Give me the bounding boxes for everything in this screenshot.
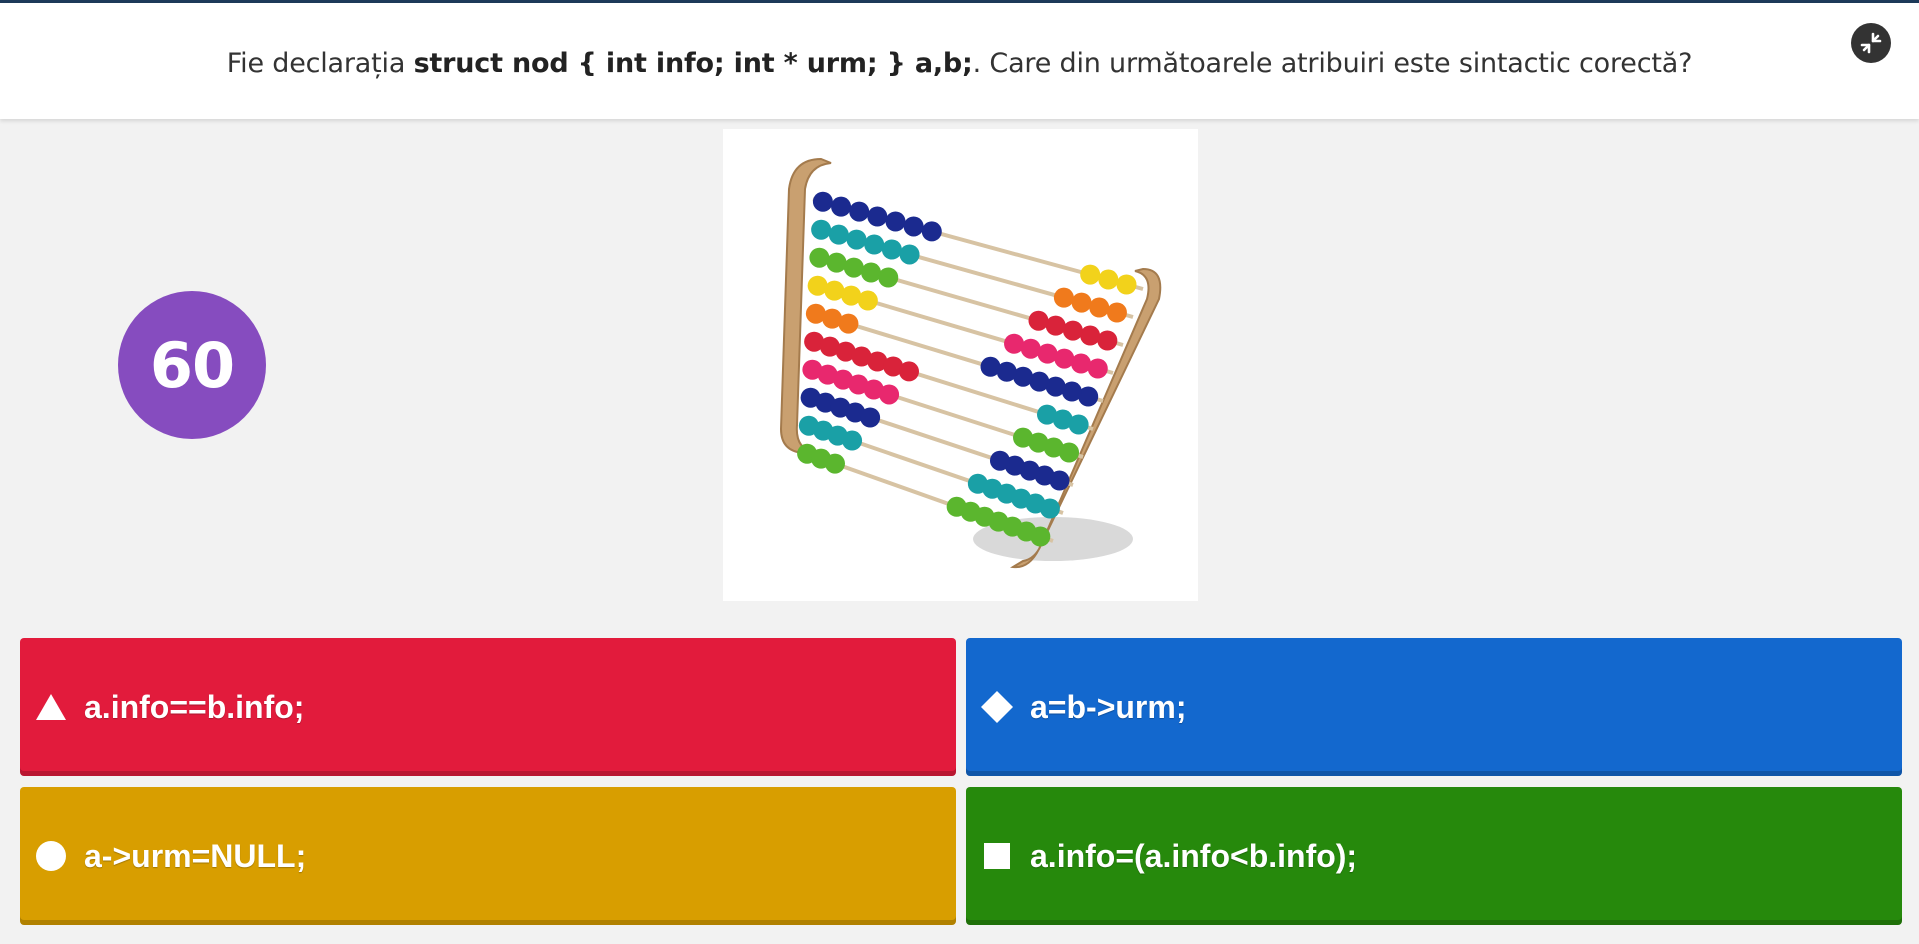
answer-circle-button[interactable]: a->urm=NULL; <box>20 787 956 925</box>
abacus-bead <box>1106 302 1127 323</box>
abacus-bead <box>885 211 906 232</box>
abacus-bead <box>1013 427 1034 448</box>
abacus-bead <box>849 201 870 222</box>
abacus-bead <box>861 262 882 283</box>
question-image <box>723 129 1198 601</box>
question-header: Fie declarația struct nod { int info; in… <box>0 3 1919 119</box>
abacus-bead <box>903 216 924 237</box>
answer-label: a=b->urm; <box>1030 688 1187 725</box>
answer-square-button[interactable]: a.info=(a.info<b.info); <box>966 787 1902 925</box>
question-code: struct nod { int info; int * urm; } a,b; <box>413 47 973 79</box>
question-suffix: . Care din următoarele atribuiri este si… <box>972 47 1693 79</box>
abacus-bead <box>1116 274 1137 295</box>
abacus-bead <box>809 247 830 268</box>
timer-value: 60 <box>149 328 235 402</box>
abacus-bead <box>881 239 902 260</box>
abacus-bead <box>921 221 942 242</box>
abacus-bead <box>899 244 920 265</box>
answer-grid: a.info==b.info; a=b->urm; a->urm=NULL; a… <box>20 638 1902 927</box>
abacus-bead <box>989 450 1010 471</box>
abacus-bead <box>1037 404 1057 425</box>
abacus-bead <box>878 267 899 288</box>
abacus-bead <box>1062 320 1083 341</box>
abacus-bead <box>1080 325 1101 346</box>
question-text: Fie declarația struct nod { int info; in… <box>226 47 1693 79</box>
abacus-bead <box>826 252 847 273</box>
abacus-bead <box>838 313 859 334</box>
circle-icon <box>34 839 68 873</box>
diamond-icon <box>980 690 1014 724</box>
abacus-bead <box>828 224 849 245</box>
abacus-bead <box>824 453 845 474</box>
abacus-bead <box>899 361 919 382</box>
abacus-bead <box>860 407 881 428</box>
abacus-bead <box>864 234 885 255</box>
answer-triangle-button[interactable]: a.info==b.info; <box>20 638 956 776</box>
abacus-bead <box>831 196 852 217</box>
abacus-image <box>779 157 1162 569</box>
answer-diamond-button[interactable]: a=b->urm; <box>966 638 1902 776</box>
abacus-bead <box>1028 310 1049 331</box>
abacus-bead <box>842 430 863 451</box>
abacus-bead <box>867 206 888 227</box>
abacus-bead <box>1097 330 1118 351</box>
answer-label: a.info=(a.info<b.info); <box>1030 837 1358 874</box>
abacus-bead <box>1080 264 1101 285</box>
question-prefix: Fie declarația <box>226 47 414 79</box>
square-icon <box>980 839 1014 873</box>
abacus-bead <box>1045 315 1066 336</box>
abacus-bead <box>843 257 864 278</box>
abacus-bead <box>1053 287 1074 308</box>
abacus-bead <box>1098 269 1119 290</box>
abacus-bead <box>967 473 988 494</box>
abacus-bead <box>946 496 967 517</box>
abacus-bead <box>1004 333 1025 354</box>
answer-label: a.info==b.info; <box>84 688 305 725</box>
abacus-bead <box>879 384 900 405</box>
answer-label: a->urm=NULL; <box>84 837 307 874</box>
triangle-icon <box>34 690 68 724</box>
abacus-bead <box>1071 292 1092 313</box>
abacus-bead <box>812 191 833 212</box>
abacus-bead <box>846 229 867 250</box>
fullscreen-button[interactable] <box>1851 23 1891 63</box>
countdown-timer: 60 <box>118 291 266 439</box>
abacus-bead <box>811 219 832 240</box>
abacus-bead <box>980 356 1001 377</box>
abacus-bead <box>857 290 878 311</box>
fullscreen-exit-icon <box>1860 32 1882 54</box>
abacus-bead <box>1089 297 1110 318</box>
